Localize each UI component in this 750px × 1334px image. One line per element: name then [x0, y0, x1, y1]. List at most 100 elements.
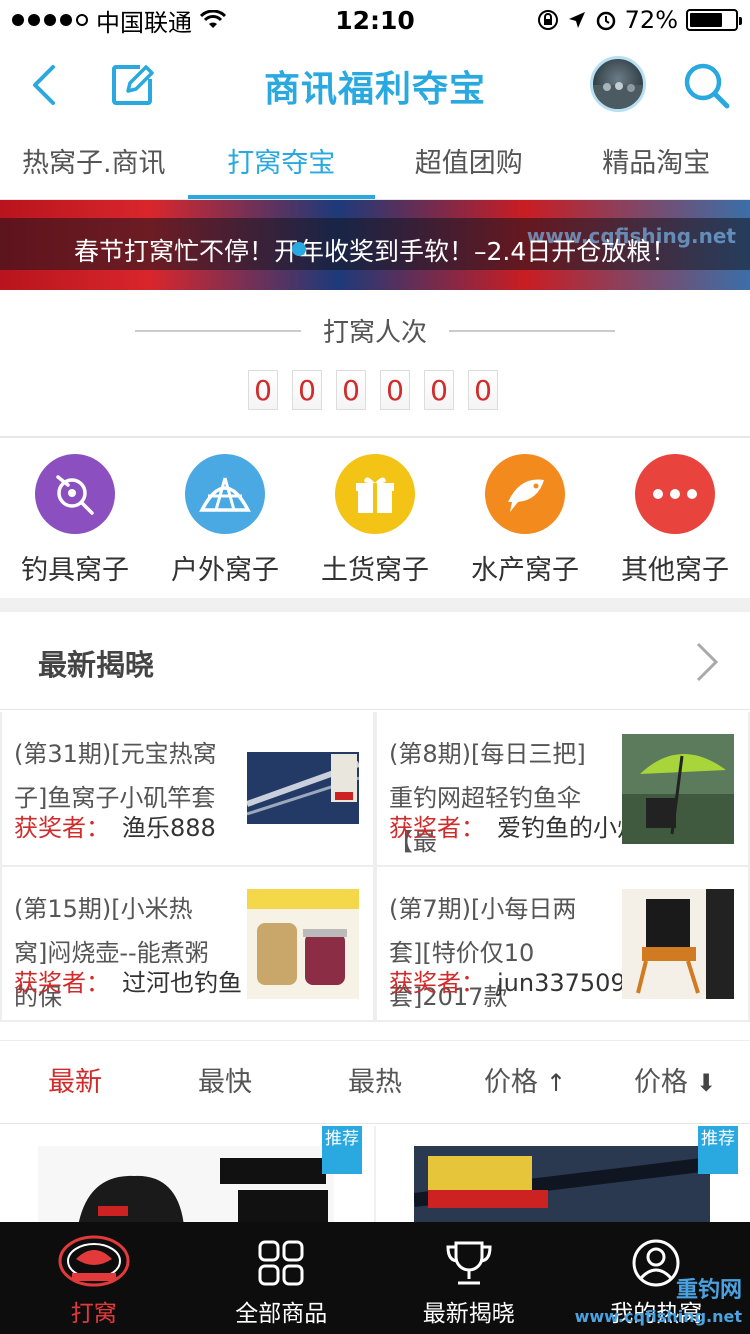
tab-bar-label: 最新揭晓: [422, 1301, 515, 1327]
product-image: [413, 1146, 711, 1222]
category-local-goods[interactable]: 土货窝子: [300, 440, 450, 598]
section-title: 最新揭晓: [38, 648, 155, 682]
reveal-item-winner: 获奖者： jun33750927: [389, 963, 656, 998]
alarm-icon: [596, 11, 615, 31]
reveal-item-name: (第15期)[小米热窝]闷烧壶--能煮粥的保: [14, 895, 209, 1011]
sort-label: 最新: [48, 1067, 102, 1098]
reveal-item[interactable]: (第31期)[元宝热窝子]鱼窝子小矶竿套 获奖者： 渔乐888: [0, 712, 375, 867]
sort-bar: 最新 最快 最热 价格 ↑ 价格 ⬇: [0, 1040, 750, 1124]
battery-icon: [686, 9, 742, 31]
category-label: 土货窝子: [321, 555, 429, 586]
product-thumbnail: [622, 734, 734, 844]
section-divider: [0, 598, 750, 612]
avatar[interactable]: [590, 56, 646, 112]
counter-digits: 0 0 0 0 0 0: [248, 370, 498, 410]
counter-digit: 0: [380, 370, 410, 410]
divider-left: [134, 329, 301, 332]
cqfishing-logo-icon: [0, 1222, 188, 1294]
counter-digit: 0: [336, 370, 366, 410]
nav-bar: 商讯福利夺宝: [0, 40, 750, 130]
more-dots-icon: [635, 454, 715, 534]
winner-name: 渔乐888: [122, 814, 216, 842]
tab-hot-news[interactable]: 热窝子.商讯: [0, 130, 188, 199]
divider-right: [449, 329, 615, 332]
recommend-badge: 推荐: [698, 1126, 738, 1174]
top-tabs: 热窝子.商讯 打窝夺宝 超值团购 精品淘宝: [0, 130, 750, 200]
reveal-grid: (第31期)[元宝热窝子]鱼窝子小矶竿套 获奖者： 渔乐888 (第8期)[每日三…: [0, 712, 750, 1022]
winner-label: 获奖者：: [14, 969, 110, 997]
app-page: 中国联通 12:10 72% 商讯福利夺宝 热窝子.商讯 打窝夺宝 超值团购 精…: [0, 0, 750, 1334]
winner-name: 过河也钓鱼: [122, 969, 242, 997]
tab-bar-label: 打窝: [70, 1301, 117, 1327]
product-image: [38, 1146, 334, 1222]
fishing-reel-icon: [35, 454, 115, 534]
counter-digit: 0: [292, 370, 322, 410]
winner-label: 获奖者：: [14, 814, 110, 842]
gift-icon: [335, 454, 415, 534]
tab-lottery[interactable]: 打窝夺宝: [187, 130, 376, 199]
tab-bar-item-latest[interactable]: 最新揭晓: [375, 1222, 563, 1334]
fish-icon: [485, 454, 565, 534]
banner-pager-dot: [292, 242, 306, 256]
sort-price-asc[interactable]: 价格 ↑: [450, 1041, 600, 1123]
tent-icon: [185, 454, 265, 534]
tab-bar-item-mine[interactable]: 我的热窝 重钓网 www.cqfishing.net: [563, 1222, 750, 1334]
category-label: 户外窝子: [171, 555, 279, 586]
reveal-item-name: (第8期)[每日三把]重钓网超轻钓鱼伞【最: [389, 740, 586, 856]
sort-label: 价格: [483, 1067, 538, 1098]
product-card[interactable]: 推荐: [0, 1126, 374, 1222]
watermark-line: www.cqfishing.net: [574, 1307, 742, 1326]
rotation-lock-icon: [537, 10, 558, 30]
category-other[interactable]: 其他窝子: [600, 440, 750, 598]
tab-bar-item-all-products[interactable]: 全部商品: [188, 1222, 376, 1334]
bottom-tab-bar: 打窝 全部商品 最新揭晓 我的热窝 重钓网 www.cqfishing.net: [0, 1222, 750, 1334]
battery-percent: 72%: [624, 6, 678, 34]
reveal-item-winner: 获奖者： 渔乐888: [14, 808, 216, 843]
signal-icon: [12, 14, 88, 26]
grid-icon: [188, 1222, 376, 1294]
product-thumbnail: [247, 889, 359, 999]
sort-hottest[interactable]: 最热: [300, 1041, 450, 1123]
carrier-label: 中国联通: [96, 8, 192, 37]
watermark-line: 重钓网: [675, 1278, 742, 1303]
winner-label: 获奖者：: [389, 969, 485, 997]
trophy-icon: [375, 1222, 563, 1294]
sort-newest[interactable]: 最新: [0, 1041, 150, 1123]
sort-label: 价格: [633, 1067, 688, 1098]
reveal-item[interactable]: (第15期)[小米热窝]闷烧壶--能煮粥的保 获奖者： 过河也钓鱼: [0, 867, 375, 1022]
tab-bar-label: 全部商品: [235, 1301, 328, 1327]
category-aquatic[interactable]: 水产窝子: [450, 440, 600, 598]
wifi-icon: [200, 10, 226, 28]
counter-digit: 0: [468, 370, 498, 410]
arrow-up-icon: ↑: [545, 1069, 567, 1097]
reveal-item-name: (第31期)[元宝热窝子]鱼窝子小矶竿套: [14, 740, 217, 812]
category-outdoor[interactable]: 户外窝子: [150, 440, 300, 598]
counter-digit: 0: [248, 370, 278, 410]
reveal-item[interactable]: (第8期)[每日三把]重钓网超轻钓鱼伞【最 获奖者： 爱钓鱼的小灯毒: [375, 712, 750, 867]
product-card[interactable]: 推荐: [376, 1126, 750, 1222]
category-fishing-gear[interactable]: 钓具窝子: [0, 440, 150, 598]
product-thumbnail: [247, 734, 359, 844]
promo-banner[interactable]: www.cqfishing.net 春节打窝忙不停！开年收奖到手软！–2.4日开…: [0, 200, 750, 290]
sort-price-desc[interactable]: 价格 ⬇: [600, 1041, 750, 1123]
counter-title: 打窝人次: [322, 318, 427, 348]
tab-bar-item-home[interactable]: 打窝: [0, 1222, 188, 1334]
winner-label: 获奖者：: [389, 814, 485, 842]
participant-counter: 打窝人次 0 0 0 0 0 0: [0, 290, 750, 438]
reveal-item-name: (第7期)[小每日两套][特价仅10套]2017款: [389, 895, 577, 1011]
arrow-down-icon: ⬇: [695, 1069, 717, 1097]
latest-reveals-header[interactable]: 最新揭晓: [0, 612, 750, 710]
reveal-item[interactable]: (第7期)[小每日两套][特价仅10套]2017款 获奖者： jun3375092…: [375, 867, 750, 1022]
banner-text: 春节打窝忙不停！开年收奖到手软！–2.4日开仓放粮！: [74, 237, 677, 266]
tab-taobao[interactable]: 精品淘宝: [563, 130, 750, 199]
avatar-photo-icon: [593, 82, 643, 109]
category-row: 钓具窝子 户外窝子 土货窝子 水产窝子 其他窝子: [0, 440, 750, 598]
category-label: 水产窝子: [471, 555, 579, 586]
category-label: 钓具窝子: [21, 555, 129, 586]
sort-fastest[interactable]: 最快: [150, 1041, 300, 1123]
tab-group-buy[interactable]: 超值团购: [375, 130, 563, 199]
search-button[interactable]: [676, 55, 736, 115]
reveal-item-winner: 获奖者： 过河也钓鱼: [14, 963, 242, 998]
status-bar: 中国联通 12:10 72%: [0, 0, 750, 40]
recommend-badge: 推荐: [322, 1126, 362, 1174]
